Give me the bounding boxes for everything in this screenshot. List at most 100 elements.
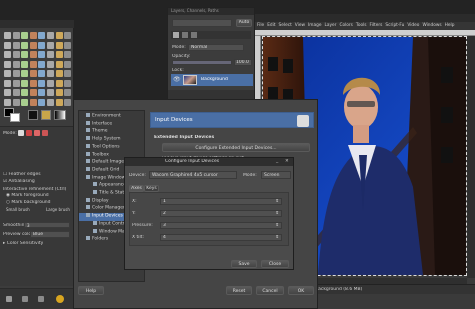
tool-icon[interactable] (64, 70, 72, 77)
tool-icon[interactable] (55, 70, 63, 77)
tool-icon[interactable] (29, 41, 37, 49)
tool-icon[interactable] (64, 51, 72, 58)
prefs-tree-item[interactable]: Tool Options (79, 143, 144, 152)
tool-icon[interactable] (4, 89, 11, 96)
tool-icon[interactable] (47, 70, 54, 77)
tool-icon[interactable] (64, 89, 72, 96)
tool-icon[interactable] (55, 41, 63, 49)
tool-icon[interactable] (47, 89, 54, 96)
tool-icon[interactable] (64, 79, 72, 87)
tool-icon[interactable] (12, 70, 20, 77)
tool-icon[interactable] (38, 60, 46, 68)
tool-icon[interactable] (64, 41, 72, 49)
auto-button[interactable]: Auto (236, 19, 252, 27)
layer-mode-select[interactable]: Normal (188, 44, 244, 51)
tool-icon[interactable] (21, 70, 29, 77)
tool-icon[interactable] (38, 70, 46, 77)
tool-icon[interactable] (4, 60, 11, 68)
device-select[interactable]: Wacom Graphire4 4x5 cursor (149, 171, 237, 179)
reset-options-icon[interactable] (56, 295, 64, 303)
tool-icon[interactable] (4, 32, 11, 39)
menu-item[interactable]: Colors (339, 23, 352, 28)
tool-icon[interactable] (47, 60, 54, 68)
visibility-eye-icon[interactable]: 👁 (173, 76, 181, 84)
menu-item[interactable]: Windows (422, 23, 441, 28)
subtract-mode-icon[interactable] (34, 130, 40, 136)
preview-color-select[interactable]: Blue (30, 231, 70, 238)
tool-icon[interactable] (12, 51, 20, 58)
tool-icon[interactable] (21, 98, 29, 106)
tool-icon[interactable] (12, 60, 20, 68)
tool-icon[interactable] (64, 32, 72, 39)
axis-select[interactable]: 2 ⇕ (160, 210, 282, 217)
tool-icon[interactable] (21, 41, 29, 49)
tool-icon[interactable] (47, 98, 54, 106)
tool-icon[interactable] (12, 79, 20, 87)
tool-icon[interactable] (4, 51, 11, 58)
tool-icon[interactable] (47, 51, 54, 58)
smoothing-slider[interactable]: 3 (24, 222, 70, 228)
tool-icon[interactable] (29, 32, 37, 39)
tool-icon[interactable] (55, 89, 63, 96)
add-mode-icon[interactable] (26, 130, 32, 136)
draw-brush-large[interactable]: Large brush (46, 207, 73, 212)
menu-item[interactable]: File (257, 23, 264, 28)
opacity-value[interactable]: 100.0 (234, 59, 252, 66)
delete-options-icon[interactable] (38, 296, 44, 302)
menu-item[interactable]: Help (445, 23, 455, 28)
layer-name[interactable]: Background (201, 77, 228, 82)
tool-icon[interactable] (47, 79, 54, 87)
tool-icon[interactable] (4, 70, 11, 77)
close-icon[interactable]: ✕ (285, 159, 289, 164)
tool-icon[interactable] (38, 51, 46, 58)
brush-pattern-gradient[interactable] (28, 108, 68, 122)
tool-icon[interactable] (38, 79, 46, 87)
prefs-tree-item[interactable]: Theme (79, 128, 144, 136)
tool-icon[interactable] (12, 32, 20, 39)
mark-background-radio[interactable]: ○ Mark background (6, 200, 51, 205)
intersect-mode-icon[interactable] (42, 130, 48, 136)
tool-icon[interactable] (55, 98, 63, 106)
tool-icon[interactable] (55, 51, 63, 58)
configure-extended-button[interactable]: Configure Extended Input Devices... (162, 143, 310, 152)
save-button[interactable]: Save (231, 260, 257, 268)
background-color-swatch[interactable] (10, 113, 20, 122)
axis-select[interactable]: 1 ⇕ (160, 198, 282, 205)
tool-icon[interactable] (21, 32, 29, 39)
tool-icon[interactable] (12, 41, 20, 49)
tool-icon[interactable] (55, 32, 63, 39)
pattern-preview[interactable] (41, 110, 51, 120)
tool-icon[interactable] (55, 79, 63, 87)
tool-icon[interactable] (29, 79, 37, 87)
tab-axes[interactable]: Axes (129, 185, 144, 192)
opacity-slider[interactable] (172, 60, 232, 65)
tool-icon[interactable] (38, 32, 46, 39)
tool-icon[interactable] (29, 51, 37, 58)
menu-item[interactable]: Filters (370, 23, 383, 28)
help-button[interactable]: Help (78, 286, 104, 295)
color-sensitivity-expander[interactable]: ▸ Color Sensitivity (3, 241, 43, 246)
menu-item[interactable]: Video (407, 23, 419, 28)
menu-item[interactable]: Layer (324, 23, 336, 28)
tool-icon[interactable] (4, 79, 11, 87)
axis-select[interactable]: 3 ⇕ (160, 222, 282, 229)
vertical-scrollbar[interactable] (467, 36, 475, 278)
tool-icon[interactable] (38, 98, 46, 106)
layers-tabs[interactable] (171, 31, 251, 39)
gradient-preview[interactable] (54, 110, 66, 120)
tool-icon[interactable] (12, 98, 20, 106)
prefs-tree-item[interactable]: Environment (79, 113, 144, 121)
prefs-tree-item[interactable]: Help System (79, 136, 144, 144)
prefs-tree-item[interactable]: Interface (79, 120, 144, 129)
tool-icon[interactable] (12, 89, 20, 96)
tool-icon[interactable] (4, 41, 11, 49)
mark-foreground-radio[interactable]: ◉ Mark foreground (6, 193, 49, 198)
tab-keys[interactable]: Keys (144, 185, 159, 192)
menu-item[interactable]: Edit (267, 23, 275, 28)
tool-icon[interactable] (21, 60, 29, 68)
tool-icon[interactable] (38, 89, 46, 96)
fg-bg-colors[interactable] (4, 108, 20, 122)
menu-item[interactable]: Image (308, 23, 321, 28)
tab-paths-icon[interactable] (191, 32, 197, 38)
tool-icon[interactable] (64, 98, 72, 106)
